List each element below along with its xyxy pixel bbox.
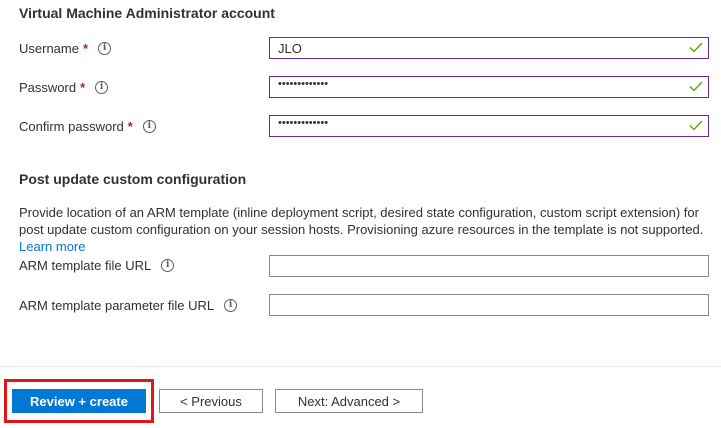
arm-template-url-label-text: ARM template file URL <box>19 258 152 273</box>
username-value: JLO <box>278 41 302 56</box>
next-advanced-button[interactable]: Next: Advanced > <box>275 389 423 413</box>
username-label: Username * i <box>19 41 112 56</box>
password-label: Password * i <box>19 80 109 95</box>
confirm-password-label: Confirm password * i <box>19 119 156 134</box>
username-input[interactable]: JLO <box>269 37 709 59</box>
arm-param-url-label: ARM template parameter file URL i <box>19 298 238 313</box>
previous-button[interactable]: < Previous <box>159 389 263 413</box>
checkmark-icon <box>689 120 703 131</box>
info-icon[interactable]: i <box>95 81 109 94</box>
password-label-text: Password <box>19 80 77 95</box>
arm-param-url-input[interactable] <box>269 294 709 316</box>
footer-divider <box>0 366 721 367</box>
arm-template-url-input[interactable] <box>269 255 709 277</box>
password-value: ••••••••••••• <box>278 78 329 90</box>
required-marker: * <box>127 119 133 134</box>
password-input[interactable]: ••••••••••••• <box>269 76 709 98</box>
username-label-text: Username <box>19 41 79 56</box>
post-update-description: Provide location of an ARM template (inl… <box>19 204 719 255</box>
info-icon[interactable]: i <box>142 120 156 133</box>
description-text: Provide location of an ARM template (inl… <box>19 205 704 237</box>
checkmark-icon <box>689 81 703 92</box>
required-marker: * <box>80 80 86 95</box>
required-marker: * <box>82 41 89 56</box>
arm-template-url-label: ARM template file URL i <box>19 258 175 273</box>
review-create-button[interactable]: Review + create <box>12 389 146 413</box>
arm-param-url-label-text: ARM template parameter file URL <box>19 298 215 313</box>
confirm-password-input[interactable]: ••••••••••••• <box>269 115 709 137</box>
confirm-password-value: ••••••••••••• <box>278 117 329 129</box>
learn-more-link[interactable]: Learn more <box>19 239 85 254</box>
section-title-vm-admin: Virtual Machine Administrator account <box>19 5 275 21</box>
info-icon[interactable]: i <box>224 299 238 312</box>
section-title-post-update: Post update custom configuration <box>19 171 247 187</box>
checkmark-icon <box>689 42 703 53</box>
confirm-password-label-text: Confirm password <box>19 119 124 134</box>
info-icon[interactable]: i <box>98 42 112 55</box>
info-icon[interactable]: i <box>161 259 175 272</box>
